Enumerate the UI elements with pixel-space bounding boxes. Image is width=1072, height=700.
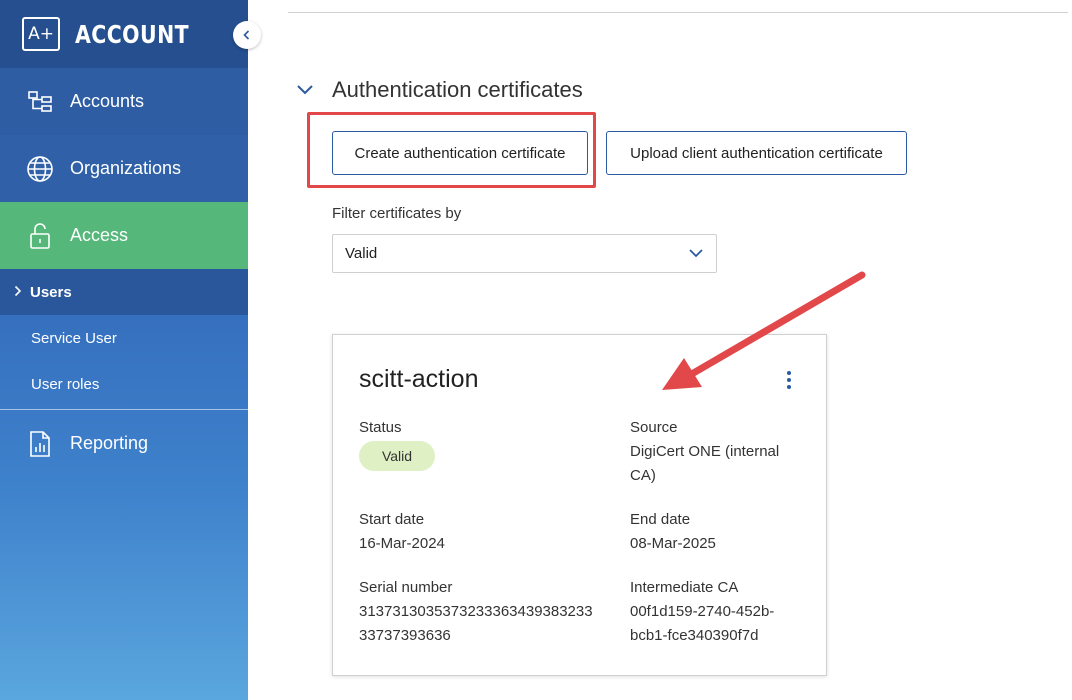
serial-number-line: 3137313035373233363439383233 [359,603,593,620]
sidebar-item-reporting[interactable]: Reporting [0,410,248,477]
intermediate-ca-value: 00f1d159-2740-452b- bcb1-fce340390f7d [630,600,774,648]
sidebar-subitem-label: Users [30,283,72,301]
sidebar-item-accounts[interactable]: Accounts [0,68,248,135]
lock-icon [26,222,54,250]
more-options-icon[interactable] [784,368,794,392]
sidebar-subitem-label: Service User [31,329,117,347]
highlight-box [307,112,596,188]
sidebar-subitem-label: User roles [31,375,100,393]
intermediate-ca-line: 00f1d159-2740-452b- [630,603,775,620]
globe-icon [26,155,54,183]
section-header[interactable]: Authentication certificates [296,77,583,103]
filter-select[interactable]: Valid [332,234,717,273]
serial-number-value: 3137313035373233363439383233 33737393636 [359,600,593,648]
chevron-down-icon[interactable] [296,84,314,96]
status-badge: Valid [359,441,435,471]
sidebar-item-label: Accounts [70,91,145,111]
account-logo-icon[interactable]: A+ [22,17,60,51]
filter-select-value: Valid [345,245,378,262]
sidebar-subitem-service-user[interactable]: Service User [0,315,248,361]
certificate-card[interactable]: scitt-action Status Valid Source DigiCer… [332,334,827,676]
end-date-value: 08-Mar-2025 [630,535,716,552]
brand-bar: A+ ACCOUNT [0,0,248,68]
start-date-value: 16-Mar-2024 [359,535,445,552]
upload-client-authentication-certificate-button[interactable]: Upload client authentication certificate [606,131,907,175]
source-label: Source [630,419,678,436]
chevron-left-icon [243,30,250,40]
main-content: Authentication certificates Create authe… [248,0,1072,700]
collapse-sidebar-button[interactable] [233,21,261,49]
chevron-right-icon [14,284,22,301]
report-icon [26,430,54,458]
source-value: DigiCert ONE (internal CA) [630,440,779,488]
end-date-label: End date [630,511,691,528]
sidebar-item-label: Organizations [70,158,182,178]
serial-number-label: Serial number [359,579,453,596]
filter-label: Filter certificates by [332,205,462,222]
sidebar-item-label: Reporting [70,433,149,453]
intermediate-ca-line: bcb1-fce340390f7d [630,627,759,644]
status-label: Status [359,419,402,436]
sidebar-subitem-user-roles[interactable]: User roles [0,361,248,407]
section-title: Authentication certificates [332,77,583,102]
sidebar-item-label: Access [70,225,129,245]
start-date-label: Start date [359,511,425,528]
sidebar-subitem-users[interactable]: Users [0,269,248,315]
serial-number-line: 33737393636 [359,627,451,644]
source-value-line: DigiCert ONE (internal [630,443,780,460]
sidebar-item-organizations[interactable]: Organizations [0,135,248,202]
sidebar-item-access[interactable]: Access [0,202,248,269]
chevron-down-icon [689,249,703,258]
brand-name: ACCOUNT [75,19,190,49]
certificate-name: scitt-action [359,365,479,393]
hierarchy-icon [26,88,54,116]
source-value-line: CA) [630,467,656,484]
sidebar: A+ ACCOUNT Accounts Organizations Access… [0,0,248,700]
intermediate-ca-label: Intermediate CA [630,579,739,596]
divider [288,12,1068,13]
